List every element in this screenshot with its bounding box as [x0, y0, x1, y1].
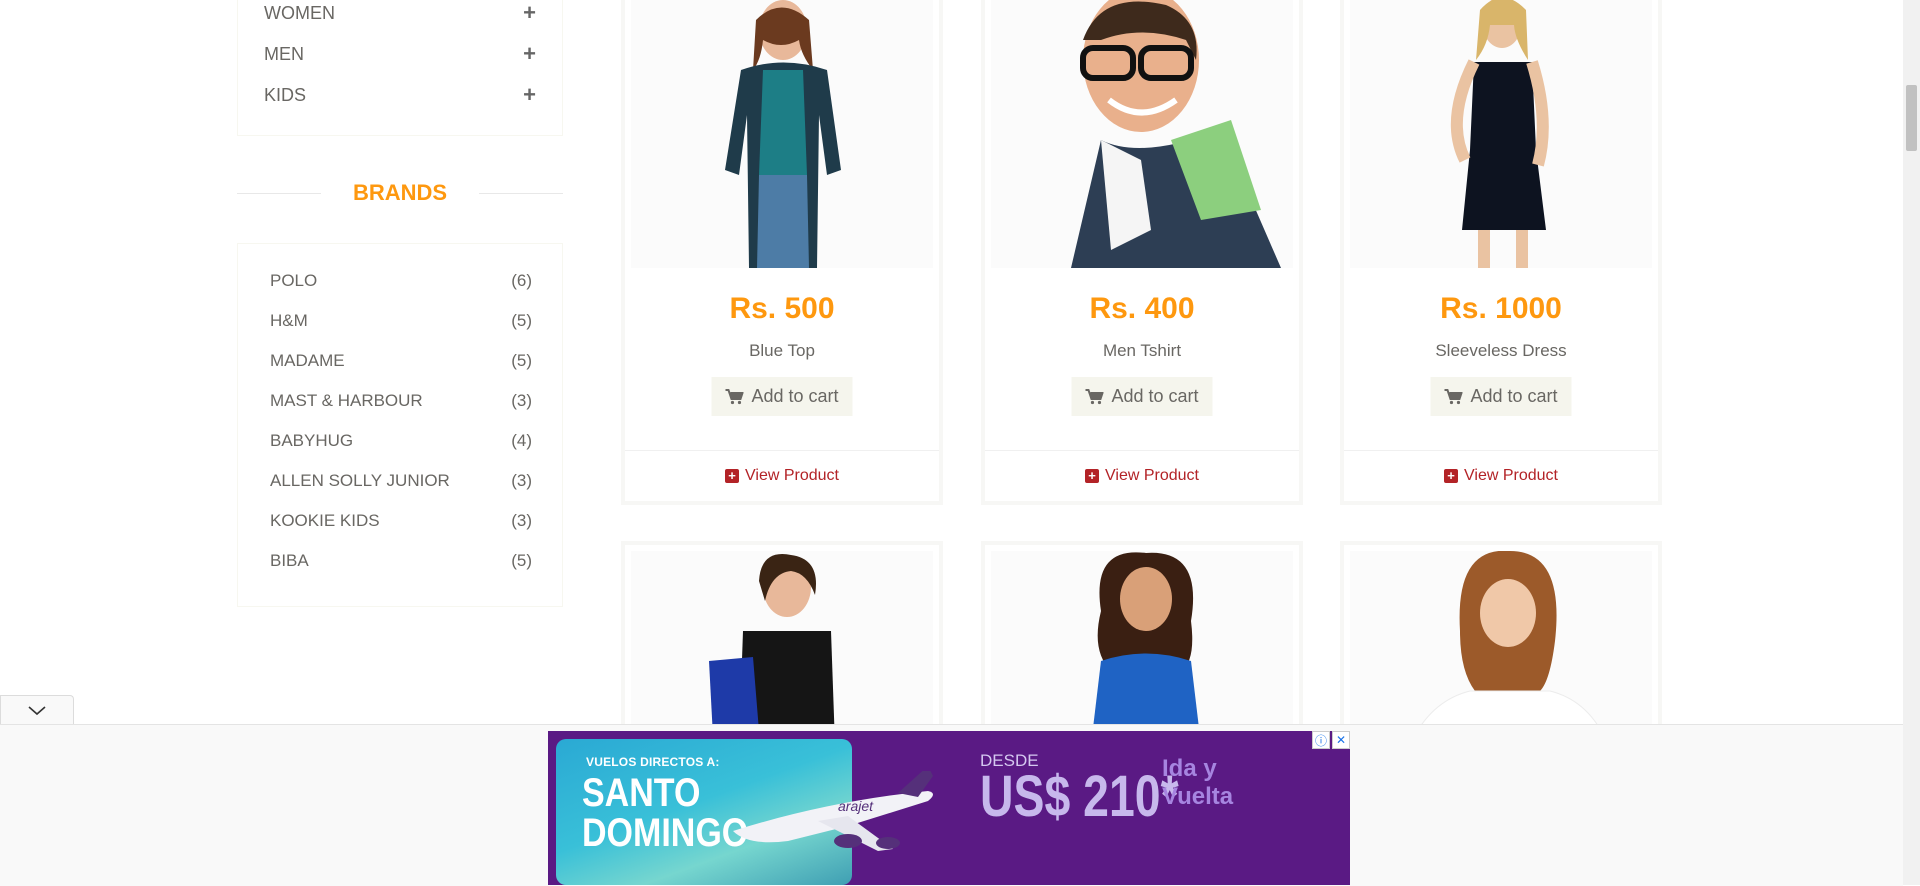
brand-name: BABYHUG: [270, 431, 354, 450]
scrollbar-thumb[interactable]: [1906, 85, 1917, 151]
product-card: Rs. 500 Blue Top Add to cart + View Prod…: [621, 0, 943, 505]
cart-icon: [725, 388, 744, 404]
brand-item-polo[interactable]: POLO (6): [270, 269, 532, 293]
plus-icon[interactable]: +: [523, 2, 536, 24]
plus-square-icon: +: [725, 469, 739, 483]
product-name: Sleeveless Dress: [1435, 341, 1567, 360]
plus-icon[interactable]: +: [523, 43, 536, 65]
cart-icon: [1444, 388, 1463, 404]
brand-count: (3): [511, 471, 532, 490]
product-name: Men Tshirt: [1102, 341, 1182, 360]
product-image: [991, 551, 1293, 737]
info-icon[interactable]: ⓘ: [1312, 731, 1330, 749]
ad-controls: ⓘ ✕: [1312, 731, 1350, 749]
brand-name: POLO: [270, 271, 318, 290]
ad-destination-line1: SANTO: [582, 771, 701, 815]
card-footer: + View Product: [625, 450, 939, 501]
brand-name: MADAME: [270, 351, 345, 370]
category-kids[interactable]: KIDS +: [264, 80, 536, 110]
brand-item-hm[interactable]: H&M (5): [270, 309, 532, 333]
product-price: Rs. 1000: [1440, 292, 1562, 325]
product-name: Blue Top: [749, 341, 815, 360]
category-women[interactable]: WOMEN +: [264, 0, 536, 28]
add-to-cart-button[interactable]: Add to cart: [1430, 377, 1572, 416]
brand-item-kookie-kids[interactable]: KOOKIE KIDS (3): [270, 509, 532, 533]
brand-item-babyhug[interactable]: BABYHUG (4): [270, 429, 532, 453]
product-card: [621, 541, 943, 741]
add-to-cart-label: Add to cart: [1470, 386, 1558, 406]
ad-price: US$ 210*: [980, 764, 1179, 829]
ad-collapse-toggle[interactable]: [0, 695, 74, 725]
ad-trip-line1: Ida y: [1162, 755, 1217, 782]
product-card: Rs. 1000 Sleeveless Dress Add to cart + …: [1340, 0, 1662, 505]
view-product-link[interactable]: + View Product: [1444, 467, 1558, 485]
brand-name: BIBA: [270, 551, 309, 570]
brand-item-allen-solly-junior[interactable]: ALLEN SOLLY JUNIOR (3): [270, 469, 532, 493]
ad-brand: arajet: [838, 798, 874, 814]
chevron-down-icon: [28, 705, 46, 715]
add-to-cart-label: Add to cart: [751, 386, 839, 406]
add-to-cart-label: Add to cart: [1111, 386, 1199, 406]
brand-name: KOOKIE KIDS: [270, 511, 380, 530]
category-men[interactable]: MEN +: [264, 39, 536, 69]
category-label: WOMEN: [264, 2, 335, 23]
brand-name: H&M: [270, 311, 308, 330]
product-card: Rs. 400 Men Tshirt Add to cart + View Pr…: [981, 0, 1303, 505]
brand-count: (6): [511, 271, 532, 290]
product-card: [1340, 541, 1662, 741]
ad-trip-type: Ida y Vuelta: [1162, 755, 1233, 811]
divider: [479, 193, 563, 194]
airplane-icon: arajet: [733, 771, 933, 851]
ad-banner[interactable]: VUELOS DIRECTOS A: SANTO DOMINGO arajet …: [548, 731, 1350, 885]
cart-icon: [1085, 388, 1104, 404]
add-to-cart-button[interactable]: Add to cart: [1071, 377, 1213, 416]
product-image: [631, 0, 933, 268]
brand-count: (5): [511, 351, 532, 370]
card-footer: + View Product: [985, 450, 1299, 501]
product-image: [631, 551, 933, 737]
brand-name: MAST & HARBOUR: [270, 391, 423, 410]
product-image: [1350, 0, 1652, 268]
brands-panel: POLO (6) H&M (5) MADAME (5) MAST & HARBO…: [237, 243, 563, 607]
product-price: Rs. 500: [729, 292, 835, 325]
ad-destination: SANTO DOMINGO: [582, 773, 748, 853]
card-footer: + View Product: [1344, 450, 1658, 501]
brand-item-biba[interactable]: BIBA (5): [270, 549, 532, 573]
ad-destination-line2: DOMINGO: [582, 811, 749, 855]
brand-count: (4): [511, 431, 532, 450]
category-label: KIDS: [264, 84, 307, 105]
brand-count: (3): [511, 511, 532, 530]
brand-item-madame[interactable]: MADAME (5): [270, 349, 532, 373]
view-product-label: View Product: [745, 467, 839, 484]
brand-count: (5): [511, 311, 532, 330]
brand-item-mast-harbour[interactable]: MAST & HARBOUR (3): [270, 389, 532, 413]
add-to-cart-button[interactable]: Add to cart: [711, 377, 853, 416]
view-product-link[interactable]: + View Product: [725, 467, 839, 485]
view-product-label: View Product: [1464, 467, 1558, 484]
plus-square-icon: +: [1444, 469, 1458, 483]
category-label: MEN: [264, 43, 304, 64]
category-panel: WOMEN + MEN + KIDS +: [237, 0, 563, 136]
view-product-link[interactable]: + View Product: [1085, 467, 1199, 485]
plus-square-icon: +: [1085, 469, 1099, 483]
vertical-scrollbar[interactable]: [1903, 0, 1920, 885]
brand-count: (3): [511, 391, 532, 410]
product-card: [981, 541, 1303, 741]
brands-heading: BRANDS: [237, 176, 563, 208]
plus-icon[interactable]: +: [523, 84, 536, 106]
brand-count: (5): [511, 551, 532, 570]
product-image: [1350, 551, 1652, 737]
ad-trip-line2: Vuelta: [1162, 783, 1234, 810]
close-icon[interactable]: ✕: [1332, 731, 1350, 749]
ad-small-text: VUELOS DIRECTOS A:: [586, 755, 720, 769]
view-product-label: View Product: [1105, 467, 1199, 484]
product-image: [991, 0, 1293, 268]
brand-name: ALLEN SOLLY JUNIOR: [270, 471, 450, 490]
product-price: Rs. 400: [1089, 292, 1195, 325]
